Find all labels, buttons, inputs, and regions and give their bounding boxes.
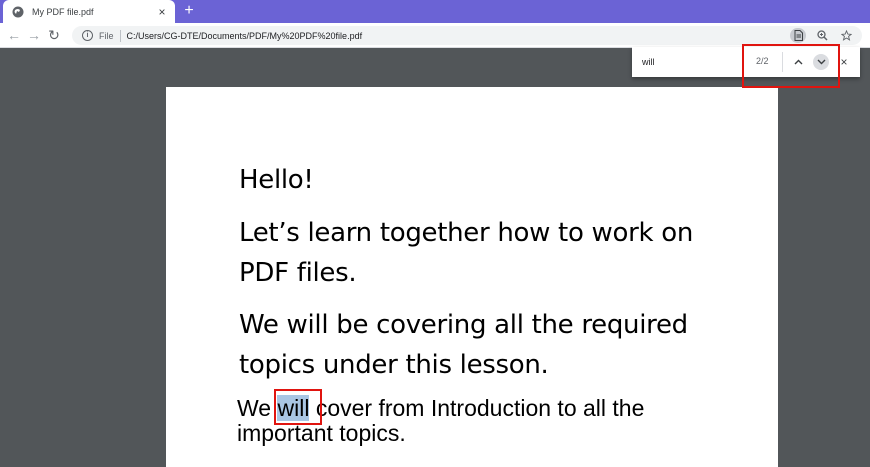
- match-annotation-box: [274, 389, 322, 425]
- tab-title: My PDF file.pdf: [32, 6, 94, 17]
- bookmark-star-icon[interactable]: [838, 28, 854, 43]
- omnibox-divider: [119, 29, 121, 42]
- tab-close-icon[interactable]: ×: [155, 5, 169, 19]
- scheme-label: File: [99, 30, 114, 41]
- pdf-viewer[interactable]: Hello! Let’s learn together how to work …: [0, 48, 870, 467]
- forward-button[interactable]: →: [24, 25, 44, 45]
- text-before-match: We: [237, 395, 278, 421]
- tab-my-pdf[interactable]: My PDF file.pdf ×: [3, 0, 175, 23]
- url-text[interactable]: C:/Users/CG-DTE/Documents/PDF/My%20PDF%2…: [127, 31, 862, 41]
- pdf-paragraph-learn: Let’s learn together how to work on PDF …: [239, 218, 693, 288]
- new-tab-button[interactable]: +: [180, 2, 198, 20]
- back-button[interactable]: ←: [4, 25, 24, 45]
- document-icon[interactable]: [790, 28, 806, 43]
- pdf-paragraph-covering: We will be covering all the required top…: [239, 310, 688, 380]
- find-controls-annotation-box: [742, 44, 840, 88]
- globe-icon: [12, 6, 24, 17]
- find-input[interactable]: [642, 57, 750, 67]
- address-bar[interactable]: i File C:/Users/CG-DTE/Documents/PDF/My%…: [72, 26, 862, 45]
- info-icon[interactable]: i: [82, 30, 93, 41]
- pdf-line-hello: Hello!: [239, 165, 314, 195]
- pdf-page: Hello! Let’s learn together how to work …: [166, 87, 778, 467]
- tab-strip: My PDF file.pdf × +: [0, 0, 870, 23]
- browser-toolbar: ← → ↻ i File C:/Users/CG-DTE/Documents/P…: [0, 23, 870, 48]
- zoom-icon[interactable]: [814, 28, 830, 43]
- reload-button[interactable]: ↻: [44, 25, 64, 45]
